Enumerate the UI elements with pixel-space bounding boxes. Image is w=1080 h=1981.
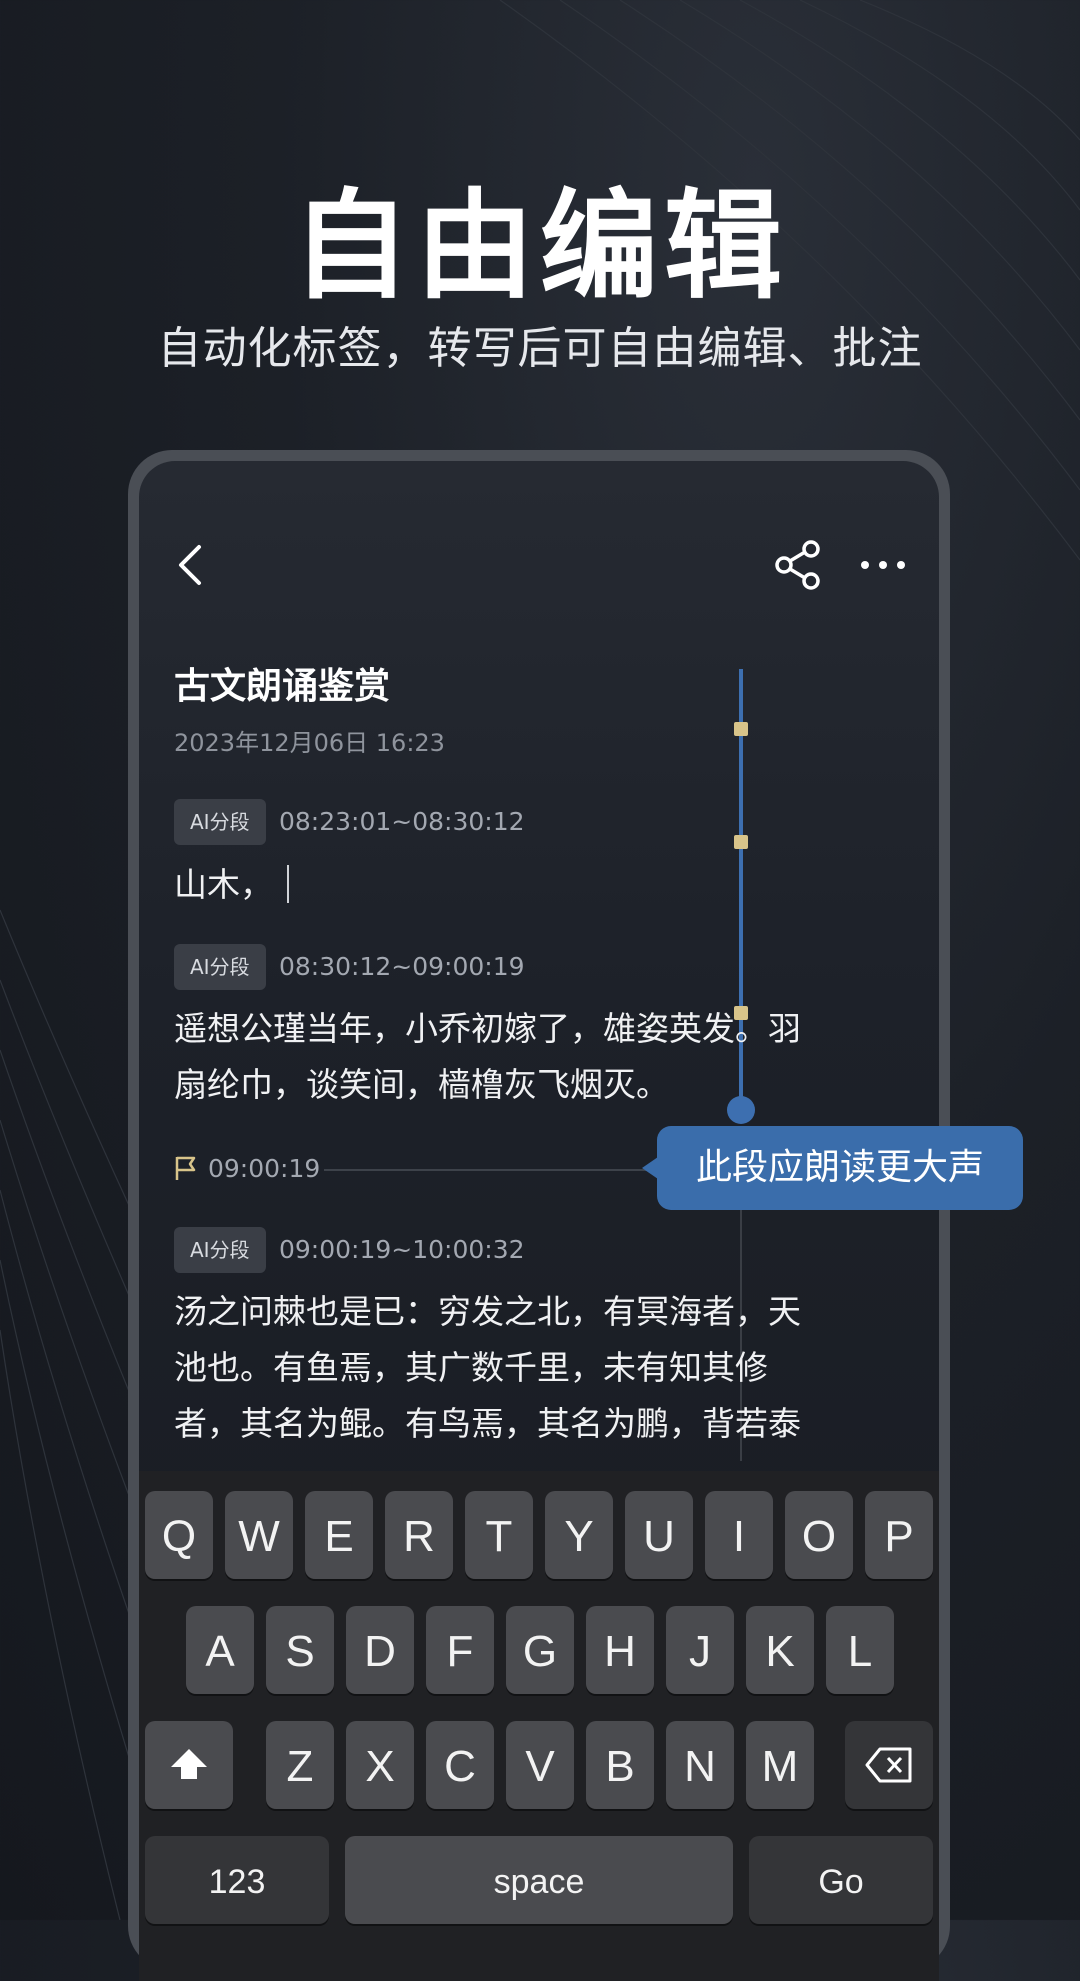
flag-icon (175, 1156, 196, 1180)
key-m[interactable]: M (746, 1721, 814, 1809)
share-icon (775, 540, 820, 590)
key-v[interactable]: V (506, 1721, 574, 1809)
phone-frame: 古文朗诵鉴赏 2023年12月06日 16:23 AI分段 08:23:01~0… (128, 450, 950, 1981)
flag-time: 09:00:19 (208, 1154, 321, 1183)
timeline-marker[interactable] (734, 835, 748, 849)
key-q[interactable]: Q (145, 1491, 213, 1579)
shift-key[interactable] (145, 1721, 233, 1809)
key-s[interactable]: S (266, 1606, 334, 1694)
document-date: 2023年12月06日 16:23 (174, 729, 445, 757)
key-d[interactable]: D (346, 1606, 414, 1694)
segment-time-range: 08:30:12~09:00:19 (279, 952, 525, 981)
segment-text[interactable]: 山木， (174, 857, 824, 913)
more-button[interactable] (855, 537, 911, 593)
phone-screen: 古文朗诵鉴赏 2023年12月06日 16:23 AI分段 08:23:01~0… (139, 461, 939, 1981)
segment-time-range: 08:23:01~08:30:12 (279, 807, 525, 836)
key-i[interactable]: I (705, 1491, 773, 1579)
segment-text[interactable]: 遥想公瑾当年，小乔初嫁了，雄姿英发。羽扇纶巾，谈笑间，樯橹灰飞烟灭。 (174, 1001, 824, 1113)
key-p[interactable]: P (865, 1491, 933, 1579)
key-g[interactable]: G (506, 1606, 574, 1694)
ai-segment-tag: AI分段 (174, 944, 266, 990)
ai-segment-tag: AI分段 (174, 799, 266, 845)
chevron-left-icon (179, 545, 201, 585)
space-key[interactable]: space (345, 1836, 733, 1924)
annotation-bubble[interactable]: 此段应朗读更大声 (657, 1126, 1023, 1210)
key-o[interactable]: O (785, 1491, 853, 1579)
key-l[interactable]: L (826, 1606, 894, 1694)
segment-time-range: 09:00:19~10:00:32 (279, 1235, 525, 1264)
key-c[interactable]: C (426, 1721, 494, 1809)
document-title: 古文朗诵鉴赏 (174, 666, 391, 707)
share-button[interactable] (771, 537, 827, 593)
key-n[interactable]: N (666, 1721, 734, 1809)
segment-text-content[interactable]: 山木， (174, 865, 273, 904)
key-b[interactable]: B (586, 1721, 654, 1809)
key-e[interactable]: E (305, 1491, 373, 1579)
more-dots-icon (861, 561, 905, 569)
backspace-icon (865, 1747, 912, 1783)
key-h[interactable]: H (586, 1606, 654, 1694)
key-r[interactable]: R (385, 1491, 453, 1579)
ai-segment-tag: AI分段 (174, 1227, 266, 1273)
timeline-marker[interactable] (734, 722, 748, 736)
key-j[interactable]: J (666, 1606, 734, 1694)
text-cursor (287, 865, 289, 903)
headline: 自由编辑 (291, 177, 788, 315)
top-bar (139, 531, 939, 601)
annotation-arrow (642, 1157, 658, 1179)
key-f[interactable]: F (426, 1606, 494, 1694)
key-y[interactable]: Y (545, 1491, 613, 1579)
shift-arrow-icon (171, 1749, 207, 1779)
key-k[interactable]: K (746, 1606, 814, 1694)
back-button[interactable] (167, 539, 219, 591)
key-w[interactable]: W (225, 1491, 293, 1579)
key-u[interactable]: U (625, 1491, 693, 1579)
numbers-key[interactable]: 123 (145, 1836, 329, 1924)
key-x[interactable]: X (346, 1721, 414, 1809)
key-t[interactable]: T (465, 1491, 533, 1579)
key-z[interactable]: Z (266, 1721, 334, 1809)
subheadline: 自动化标签，转写后可自由编辑、批注 (157, 323, 923, 374)
segment-text[interactable]: 汤之问棘也是已：穷发之北，有冥海者，天池也。有鱼焉，其广数千里，未有知其修者，其… (174, 1284, 824, 1452)
go-key[interactable]: Go (749, 1836, 933, 1924)
keyboard: Q W E R T Y U I O P A S D F G H J K L Z (139, 1471, 939, 1981)
backspace-key[interactable] (845, 1721, 933, 1809)
key-a[interactable]: A (186, 1606, 254, 1694)
